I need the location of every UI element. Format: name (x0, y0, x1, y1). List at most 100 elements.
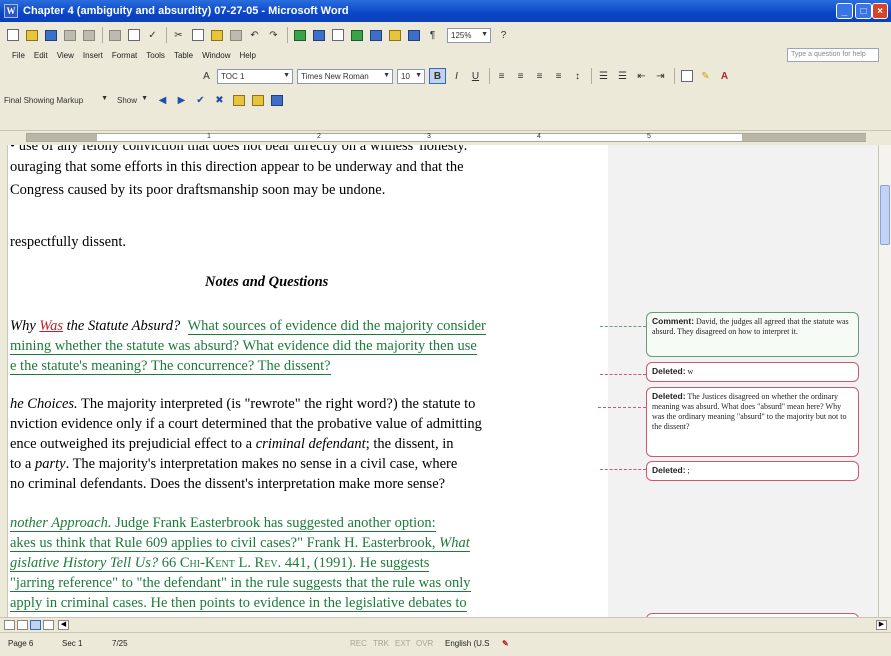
menu-insert[interactable]: Insert (83, 51, 103, 60)
redo-icon[interactable]: ↷ (265, 27, 282, 43)
ruler-number: 3 (427, 133, 431, 140)
status-ext[interactable]: EXT (395, 639, 411, 648)
menu-window[interactable]: Window (202, 51, 230, 60)
menu-format[interactable]: Format (112, 51, 137, 60)
scroll-right-icon[interactable]: ▶ (876, 620, 887, 630)
zoom-dropdown[interactable]: 125% ▼ (447, 27, 491, 43)
maximize-icon[interactable]: □ (855, 3, 872, 19)
insert-comment-icon[interactable] (230, 92, 247, 108)
horizontal-scrollbar[interactable]: ◀ ▶ (0, 617, 891, 632)
reviewing-pane-icon[interactable] (268, 92, 285, 108)
tables-borders-icon[interactable] (310, 27, 327, 43)
font-value: Times New Roman (301, 71, 369, 81)
open-icon[interactable] (23, 27, 40, 43)
email-icon[interactable] (80, 27, 97, 43)
font-dropdown[interactable]: Times New Roman ▼ (297, 68, 393, 84)
print-icon[interactable] (106, 27, 123, 43)
paste-icon[interactable] (208, 27, 225, 43)
show-dropdown[interactable]: Show ▼ (114, 93, 150, 108)
document-area[interactable]: • use of any felony conviction that does… (0, 145, 878, 617)
reject-change-icon[interactable]: ✖ (211, 92, 228, 108)
deleted-balloon[interactable]: Deleted: ; (646, 461, 859, 481)
print-layout-view-icon[interactable] (30, 620, 41, 630)
scrollbar-thumb[interactable] (880, 185, 890, 245)
display-for-review-dropdown[interactable]: Final Showing Markup ▼ (4, 93, 110, 108)
menu-help[interactable]: Help (240, 51, 256, 60)
deleted-balloon[interactable]: Deleted: The Justices disagreed on wheth… (646, 387, 859, 457)
scroll-left-icon[interactable]: ◀ (58, 620, 69, 630)
outline-view-icon[interactable] (43, 620, 54, 630)
minimize-icon[interactable]: _ (836, 3, 853, 19)
question-2-line-2: nviction evidence only if a court determ… (10, 416, 482, 432)
question-3-line-5: apply in criminal cases. He then points … (10, 594, 605, 613)
next-change-icon[interactable]: ▶ (173, 92, 190, 108)
style-dropdown[interactable]: TOC 1 ▼ (217, 68, 293, 84)
border-icon[interactable] (678, 68, 695, 84)
status-rec[interactable]: REC (350, 639, 367, 648)
new-document-icon[interactable] (4, 27, 21, 43)
cut-icon[interactable]: ✂ (170, 27, 187, 43)
insert-table-icon[interactable] (329, 27, 346, 43)
previous-change-icon[interactable]: ◀ (154, 92, 171, 108)
menu-tools[interactable]: Tools (146, 51, 165, 60)
chevron-down-icon: ▼ (101, 94, 108, 102)
chevron-down-icon: ▼ (481, 30, 488, 38)
align-left-icon[interactable]: ≡ (493, 68, 510, 84)
notes-heading: Notes and Questions (205, 274, 329, 290)
format-painter-icon[interactable] (227, 27, 244, 43)
font-color-icon[interactable]: A (716, 68, 733, 84)
spelling-status-icon[interactable]: ✎ (502, 639, 509, 648)
line-spacing-icon[interactable]: ↕ (569, 68, 586, 84)
status-ovr[interactable]: OVR (416, 639, 433, 648)
print-preview-icon[interactable] (125, 27, 142, 43)
bold-button[interactable]: B (429, 68, 446, 84)
increase-indent-icon[interactable]: ⇥ (652, 68, 669, 84)
horizontal-ruler[interactable]: 1 2 3 4 5 (0, 130, 891, 144)
normal-view-icon[interactable] (4, 620, 15, 630)
comment-balloon[interactable]: Comment: David, the judges all agreed th… (646, 312, 859, 357)
help-icon[interactable]: ? (495, 27, 512, 43)
highlight-icon[interactable]: ✎ (697, 68, 714, 84)
spelling-icon[interactable]: ✓ (144, 27, 161, 43)
styles-icon[interactable]: A (198, 68, 215, 84)
align-center-icon[interactable]: ≡ (512, 68, 529, 84)
q3-insert-smallcaps: Chi-Kent L. Rev. (179, 555, 282, 573)
save-icon[interactable] (42, 27, 59, 43)
web-layout-view-icon[interactable] (17, 620, 28, 630)
undo-icon[interactable]: ↶ (246, 27, 263, 43)
title-bar[interactable]: W Chapter 4 (ambiguity and absurdity) 07… (0, 0, 891, 22)
vertical-ruler (0, 145, 8, 617)
menu-view[interactable]: View (57, 51, 74, 60)
menu-edit[interactable]: Edit (34, 51, 48, 60)
vertical-scrollbar[interactable] (878, 145, 891, 617)
drawing-icon[interactable] (386, 27, 403, 43)
justify-icon[interactable]: ≡ (550, 68, 567, 84)
underline-button[interactable]: U (467, 68, 484, 84)
balloon-label: Comment: (652, 316, 695, 326)
q3-insert: akes us think that Rule 609 applies to c… (10, 535, 440, 553)
menu-table[interactable]: Table (174, 51, 193, 60)
align-right-icon[interactable]: ≡ (531, 68, 548, 84)
question-3-line-4: "jarring reference" to "the defendant" i… (10, 574, 605, 593)
hyperlink-icon[interactable] (291, 27, 308, 43)
deleted-balloon[interactable]: Deleted: w (646, 362, 859, 382)
font-size-dropdown[interactable]: 10 ▼ (397, 68, 425, 84)
columns-icon[interactable] (367, 27, 384, 43)
italic-button[interactable]: I (448, 68, 465, 84)
track-changes-icon[interactable] (249, 92, 266, 108)
accept-change-icon[interactable]: ✔ (192, 92, 209, 108)
copy-icon[interactable] (189, 27, 206, 43)
close-icon[interactable]: × (872, 3, 888, 19)
document-map-icon[interactable] (405, 27, 422, 43)
show-hide-icon[interactable]: ¶ (424, 27, 441, 43)
balloon-connector (600, 326, 646, 327)
bullets-icon[interactable]: ☰ (614, 68, 631, 84)
insert-excel-icon[interactable] (348, 27, 365, 43)
permission-icon[interactable] (61, 27, 78, 43)
decrease-indent-icon[interactable]: ⇤ (633, 68, 650, 84)
status-trk[interactable]: TRK (373, 639, 389, 648)
numbering-icon[interactable]: ☰ (595, 68, 612, 84)
ask-question-input[interactable]: Type a question for help (787, 48, 879, 62)
chevron-down-icon: ▼ (383, 71, 390, 79)
menu-file[interactable]: File (12, 51, 25, 60)
